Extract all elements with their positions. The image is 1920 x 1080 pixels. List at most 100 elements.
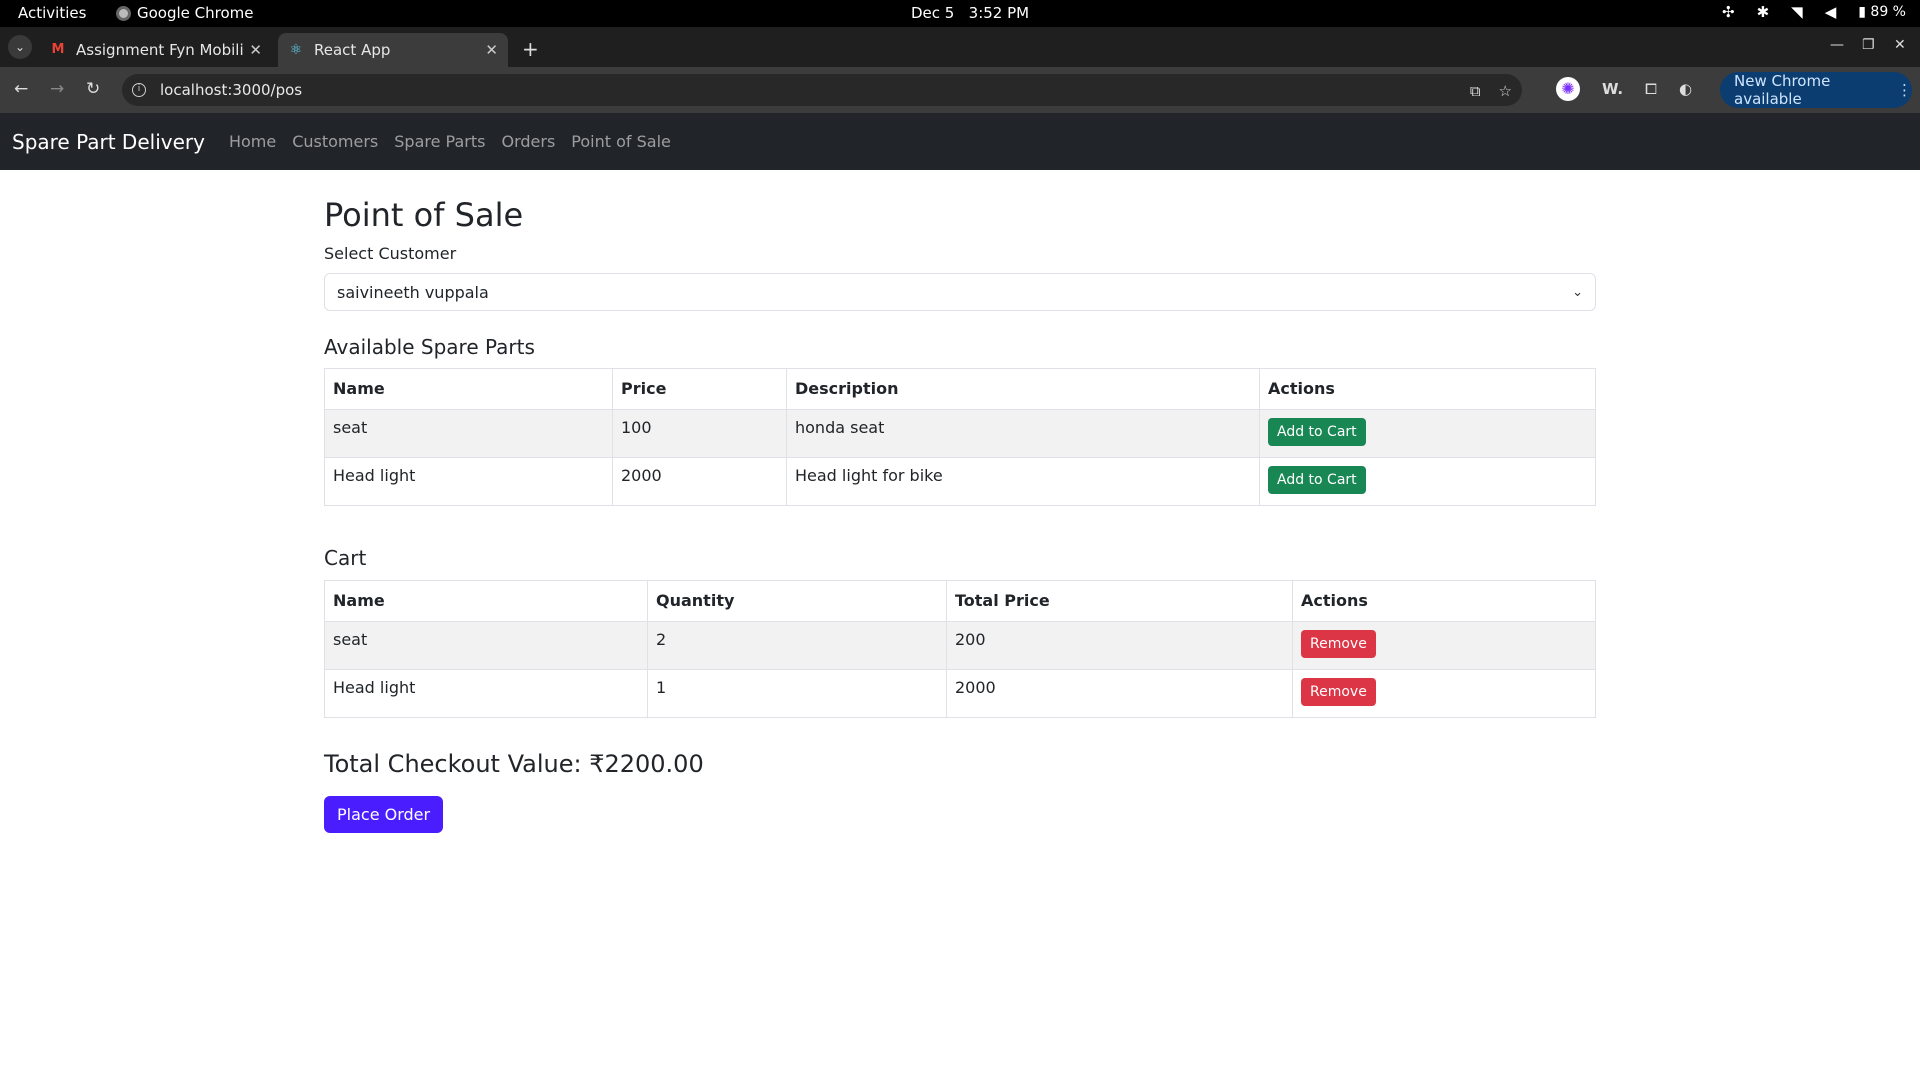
app-name: Google Chrome [137, 4, 254, 22]
table-row: Head light 1 2000 Remove [324, 669, 1596, 719]
tab-assignment[interactable]: M Assignment Fyn Mobility ✕ [40, 33, 272, 67]
part-name: Head light [324, 457, 613, 507]
react-icon: ⚛ [289, 42, 303, 58]
extensions-puzzle-icon[interactable]: ⧠ [1645, 80, 1657, 98]
nav-spare-parts[interactable]: Spare Parts [394, 132, 485, 151]
column-header: Price [612, 368, 787, 411]
actions-cell: Remove [1292, 669, 1596, 719]
cart-item-quantity: 1 [647, 669, 947, 719]
app-navbar: Spare Part Delivery Home Customers Spare… [0, 113, 1920, 170]
activities-button[interactable]: Activities [18, 4, 86, 22]
actions-cell: Remove [1292, 621, 1596, 671]
remove-button[interactable]: Remove [1301, 678, 1376, 707]
tab-title: React App [314, 41, 391, 59]
volume-icon: ◀ [1824, 3, 1837, 21]
nav-home[interactable]: Home [229, 132, 276, 151]
navbar-brand[interactable]: Spare Part Delivery [12, 130, 205, 154]
wifi-icon: ◥ [1791, 3, 1803, 21]
minimize-icon[interactable]: — [1830, 37, 1844, 53]
cart-title: Cart [324, 546, 367, 571]
close-icon[interactable]: ✕ [249, 41, 262, 59]
reload-icon[interactable]: ↻ [86, 79, 100, 99]
battery-level: 89 % [1870, 4, 1906, 20]
battery-indicator: ▮ 89 % [1858, 4, 1906, 20]
install-app-icon[interactable]: ⧉ [1470, 82, 1481, 100]
available-parts-table: Name Price Description Actions seat 100 … [324, 368, 1596, 507]
bookmark-star-icon[interactable]: ☆ [1499, 82, 1512, 100]
place-order-button[interactable]: Place Order [324, 796, 444, 834]
site-info-icon[interactable]: i [132, 83, 146, 97]
extension-w-icon[interactable]: W. [1602, 80, 1623, 98]
cart-item-total: 200 [946, 621, 1293, 671]
network-indicator-icon: ✣ [1722, 3, 1735, 21]
column-header: Total Price [946, 580, 1293, 623]
add-to-cart-button[interactable]: Add to Cart [1268, 466, 1366, 495]
nav-orders[interactable]: Orders [501, 132, 555, 151]
actions-cell: Add to Cart [1259, 457, 1596, 507]
add-to-cart-button[interactable]: Add to Cart [1268, 418, 1366, 447]
checkout-total: Total Checkout Value: ₹2200.00 [324, 750, 704, 779]
chevron-down-icon: ⌄ [14, 40, 26, 54]
forward-icon[interactable]: → [50, 79, 64, 99]
tab-title: Assignment Fyn Mobility [76, 41, 244, 59]
cart-item-name: seat [324, 621, 648, 671]
os-top-bar: Activities Google Chrome Dec 5 3:52 PM ✣… [0, 0, 1920, 27]
actions-cell: Add to Cart [1259, 409, 1596, 459]
part-price: 2000 [612, 457, 787, 507]
column-header: Name [324, 580, 648, 623]
back-icon[interactable]: ← [14, 79, 28, 99]
address-bar[interactable]: i localhost:3000/pos ⧉ ☆ [122, 74, 1522, 106]
close-icon[interactable]: ✕ [485, 41, 498, 59]
browser-toolbar: ← → ↻ i localhost:3000/pos ⧉ ☆ ✺ W. ⧠ ◐ … [0, 67, 1920, 113]
part-price: 100 [612, 409, 787, 459]
column-header: Actions [1259, 368, 1596, 411]
column-header: Name [324, 368, 613, 411]
selected-customer: saivineeth vuppala [337, 282, 489, 302]
date: Dec 5 [911, 4, 955, 22]
main-content: Point of Sale Select Customer saivineeth… [324, 170, 1596, 834]
restore-icon[interactable]: ❐ [1862, 37, 1875, 53]
table-row: Head light 2000 Head light for bike Add … [324, 457, 1596, 507]
table-header-row: Name Price Description Actions [324, 368, 1596, 411]
url-text[interactable]: localhost:3000/pos [160, 81, 302, 99]
more-menu-icon: ⋮ [1897, 81, 1912, 99]
app-menu[interactable]: Google Chrome [116, 4, 254, 22]
cart-item-quantity: 2 [647, 621, 947, 671]
clock[interactable]: Dec 5 3:52 PM [911, 4, 1029, 22]
page-title: Point of Sale [324, 196, 524, 234]
update-label: New Chrome available [1734, 72, 1831, 108]
cart-item-total: 2000 [946, 669, 1293, 719]
time: 3:52 PM [968, 4, 1030, 22]
remove-button[interactable]: Remove [1301, 630, 1376, 659]
cart-item-name: Head light [324, 669, 648, 719]
column-header: Quantity [647, 580, 947, 623]
battery-icon: ▮ [1858, 4, 1866, 20]
available-parts-title: Available Spare Parts [324, 335, 535, 360]
column-header: Actions [1292, 580, 1596, 623]
extension-purple-icon[interactable]: ✺ [1556, 77, 1580, 101]
update-chrome-button[interactable]: New Chrome available ⋮ [1720, 72, 1912, 108]
slack-icon: ✱ [1756, 3, 1770, 21]
table-row: seat 2 200 Remove [324, 621, 1596, 671]
chrome-icon [116, 5, 131, 21]
part-name: seat [324, 409, 613, 459]
close-window-icon[interactable]: ✕ [1894, 37, 1906, 53]
customer-select[interactable]: saivineeth vuppala ⌄ [324, 273, 1596, 312]
table-row: seat 100 honda seat Add to Cart [324, 409, 1596, 459]
column-header: Description [786, 368, 1260, 411]
part-description: Head light for bike [786, 457, 1260, 507]
nav-customers[interactable]: Customers [292, 132, 378, 151]
nav-point-of-sale[interactable]: Point of Sale [571, 132, 671, 151]
table-header-row: Name Quantity Total Price Actions [324, 580, 1596, 623]
tab-strip: ⌄ M Assignment Fyn Mobility ✕ ⚛ React Ap… [0, 27, 1920, 67]
new-tab-icon[interactable]: + [522, 37, 539, 61]
chevron-down-icon: ⌄ [1572, 284, 1583, 300]
profile-avatar-icon[interactable]: ◐ [1679, 80, 1692, 98]
customer-select-label: Select Customer [324, 244, 457, 264]
tab-search-button[interactable]: ⌄ [8, 35, 32, 59]
part-description: honda seat [786, 409, 1260, 459]
system-tray[interactable]: ✣ ✱ ◥ ◀ ▮ 89 % [1722, 3, 1906, 21]
gmail-icon: M [51, 42, 65, 57]
tab-react-app[interactable]: ⚛ React App ✕ [278, 33, 508, 67]
cart-table: Name Quantity Total Price Actions seat 2… [324, 580, 1596, 719]
